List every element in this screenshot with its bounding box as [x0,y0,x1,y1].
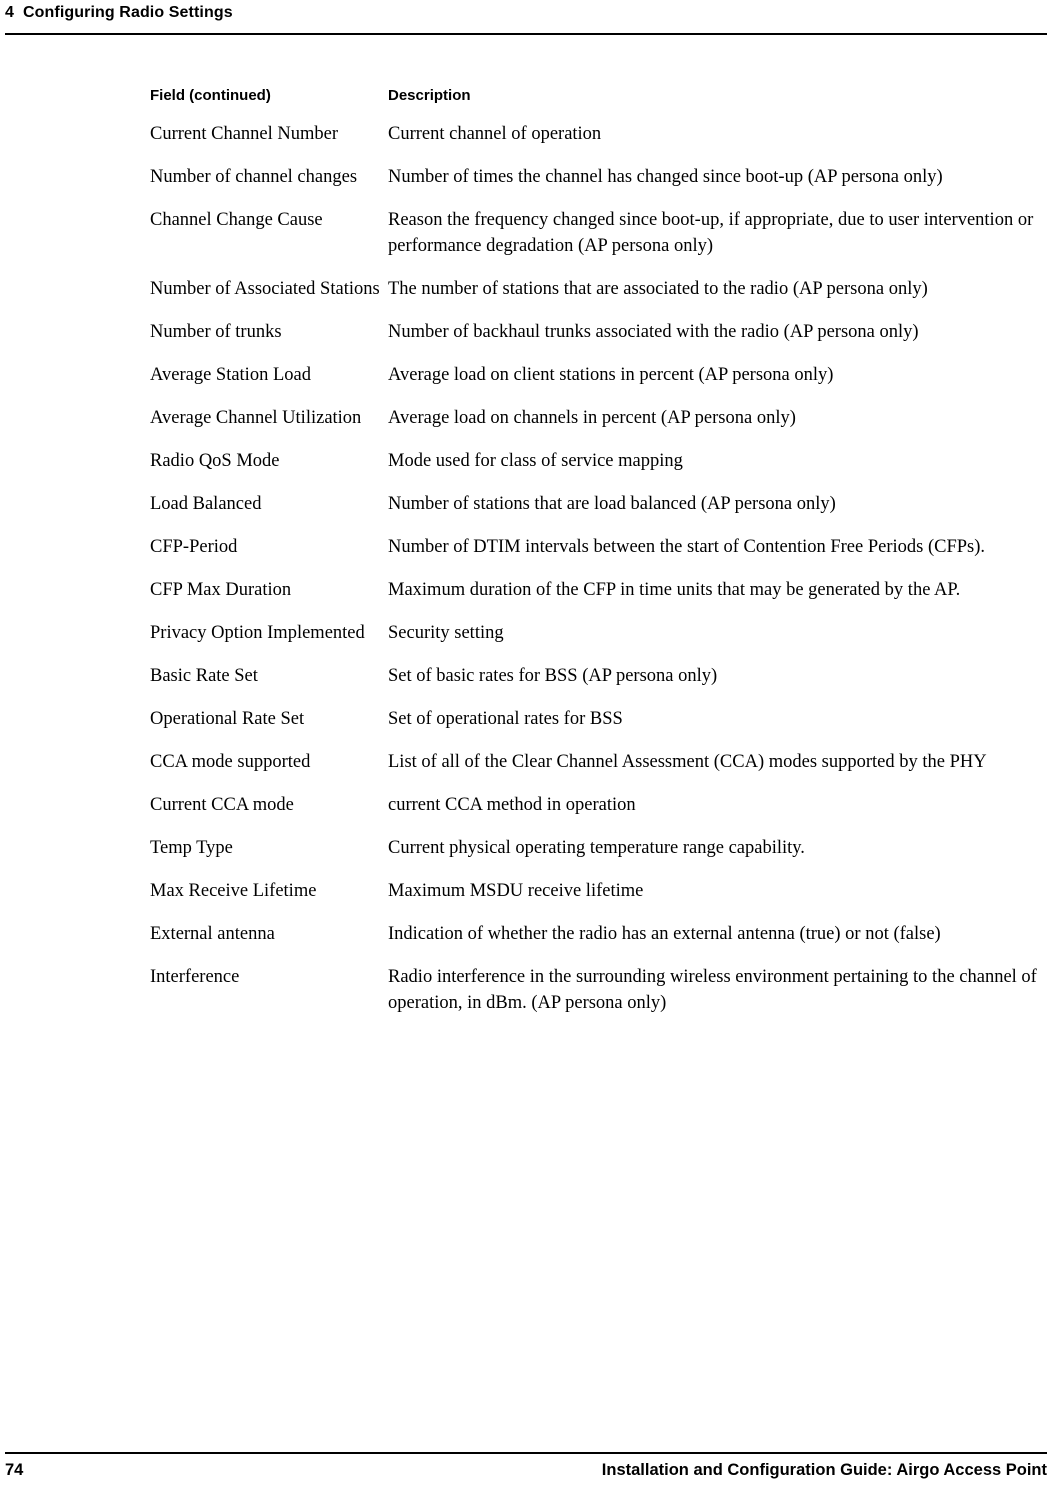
table-row: Interference Radio interference in the s… [150,964,1045,1016]
field-name: Basic Rate Set [150,666,258,686]
field-name: Channel Change Cause [150,210,323,230]
field-description: Current physical operating temperature r… [388,838,805,858]
chapter-number: 4 [5,4,14,21]
field-description: List of all of the Clear Channel Assessm… [388,752,987,772]
field-name: Current CCA mode [150,795,294,815]
field-name: Operational Rate Set [150,709,305,729]
field-name: Average Channel Utilization [150,408,362,428]
field-description: Mode used for class of service mapping [388,451,683,471]
table-row: Basic Rate Set Set of basic rates for BS… [150,663,1045,689]
field-name: CFP-Period [150,537,238,557]
field-description: Average load on channels in percent (AP … [388,408,796,428]
field-name: Temp Type [150,838,233,858]
header-divider-rule [5,33,1047,35]
document-page: 4 Configuring Radio Settings Field (conti… [0,0,1052,1492]
field-name: Current Channel Number [150,124,339,144]
field-description: Set of operational rates for BSS [388,709,623,729]
field-name: Privacy Option Implemented [150,623,365,643]
chapter-title: Configuring Radio Settings [23,4,233,21]
guide-title: Installation and Configuration Guide: Ai… [601,1461,1047,1479]
field-description: Security setting [388,623,504,643]
table-row: Temp Type Current physical operating tem… [150,835,1045,861]
field-name: Number of trunks [150,322,282,342]
table-row: Number of channel changes Number of time… [150,164,1045,190]
running-header: 4 Configuring Radio Settings [5,4,233,22]
table-row: CFP-Period Number of DTIM intervals betw… [150,534,1045,560]
table-row: CFP Max Duration Maximum duration of the… [150,577,1045,603]
field-description: Number of DTIM intervals between the sta… [388,537,986,557]
field-description: The number of stations that are associat… [388,279,928,299]
field-name: CCA mode supported [150,752,311,772]
field-description: current CCA method in operation [388,795,636,815]
table-row: Operational Rate Set Set of operational … [150,706,1045,732]
field-name: Number of channel changes [150,167,358,187]
table-row: Load Balanced Number of stations that ar… [150,491,1045,517]
column-header-field: Field (continued) [150,87,271,104]
page-number: 74 [5,1461,24,1479]
field-name: Average Station Load [150,365,311,385]
table-row: CCA mode supported List of all of the Cl… [150,749,1045,775]
table-row: Current Channel Number Current channel o… [150,121,1045,147]
field-name: Load Balanced [150,494,262,514]
table-row: Average Channel Utilization Average load… [150,405,1045,431]
table-row: External antenna Indication of whether t… [150,921,1045,947]
table-row: Average Station Load Average load on cli… [150,362,1045,388]
table-row: Channel Change Cause Reason the frequenc… [150,207,1045,259]
page-footer: 74 Installation and Configuration Guide:… [5,1461,1047,1480]
table-row: Number of Associated Stations The number… [150,276,1045,302]
field-name: CFP Max Duration [150,580,292,600]
field-description: Maximum duration of the CFP in time unit… [388,580,961,600]
table-header-row: Field (continued) Description [150,86,1045,106]
field-description: Indication of whether the radio has an e… [388,924,941,944]
field-description: Maximum MSDU receive lifetime [388,881,644,901]
table-row: Number of trunks Number of backhaul trun… [150,319,1045,345]
field-description: Number of stations that are load balance… [388,494,836,514]
field-description: Average load on client stations in perce… [388,365,834,385]
field-description: Reason the frequency changed since boot-… [388,210,1034,256]
field-name: Radio QoS Mode [150,451,280,471]
column-header-description: Description [388,87,471,104]
field-description: Number of times the channel has changed … [388,167,943,187]
table-row: Radio QoS Mode Mode used for class of se… [150,448,1045,474]
field-description: Number of backhaul trunks associated wit… [388,322,919,342]
field-description-table: Field (continued) Description Current Ch… [150,86,1045,1016]
field-description: Radio interference in the surrounding wi… [388,967,1037,1013]
table-row: Privacy Option Implemented Security sett… [150,620,1045,646]
field-name: Interference [150,967,240,987]
field-name: Number of Associated Stations [150,279,380,299]
field-name: External antenna [150,924,275,944]
field-description: Set of basic rates for BSS (AP persona o… [388,666,718,686]
table-row: Current CCA mode current CCA method in o… [150,792,1045,818]
table-row: Max Receive Lifetime Maximum MSDU receiv… [150,878,1045,904]
field-name: Max Receive Lifetime [150,881,317,901]
field-description: Current channel of operation [388,124,602,144]
footer-divider-rule [5,1452,1047,1454]
